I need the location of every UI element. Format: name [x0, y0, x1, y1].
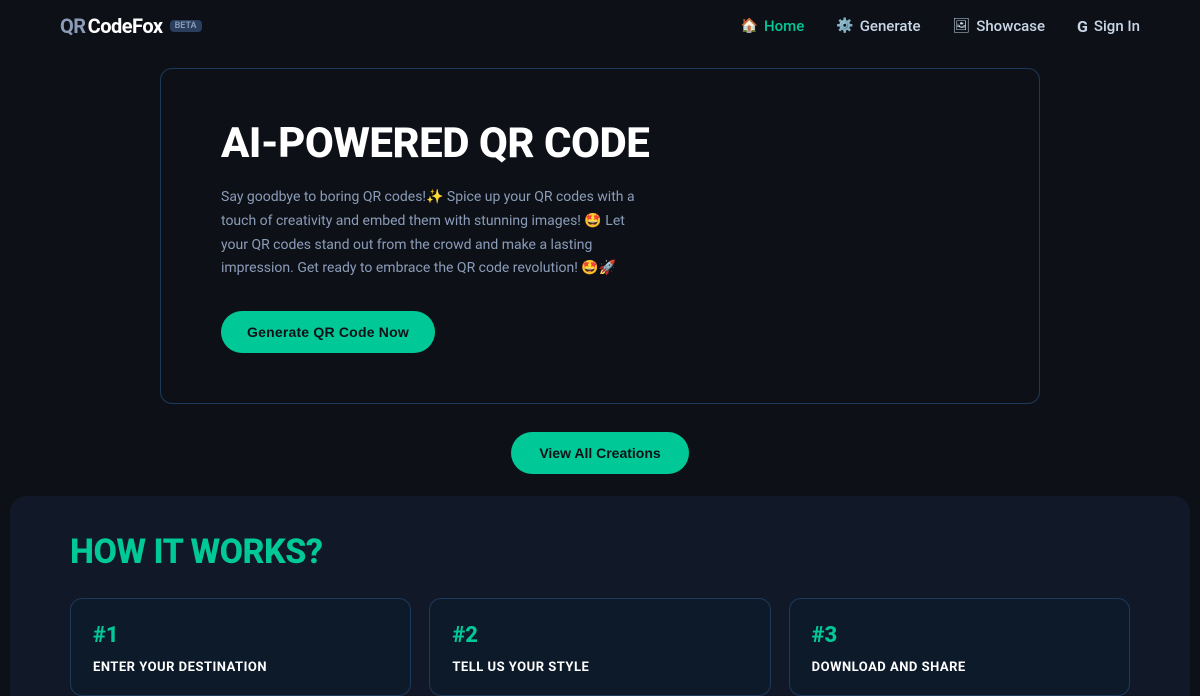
step-number-2: #2 — [452, 623, 747, 648]
step-number-1: #1 — [93, 623, 388, 648]
showcase-icon: 🖼 — [952, 18, 970, 34]
nav-label-signin: Sign In — [1094, 17, 1140, 35]
hero-card: AI-POWERED QR CODE Say goodbye to boring… — [160, 68, 1040, 404]
how-it-works-title: HOW IT WORKS? — [70, 532, 1130, 572]
view-all-button[interactable]: View All Creations — [511, 432, 688, 474]
gear-icon: ⚙️ — [836, 18, 853, 34]
nav-link-home[interactable]: 🏠 Home — [741, 17, 805, 35]
step-card-2: #2 TELL US YOUR STYLE — [429, 598, 770, 696]
how-it-works-section: HOW IT WORKS? #1 ENTER YOUR DESTINATION … — [10, 496, 1190, 696]
step-label-3: DOWNLOAD AND SHARE — [812, 660, 1107, 675]
nav-label-home: Home — [764, 17, 804, 35]
step-card-3: #3 DOWNLOAD AND SHARE — [789, 598, 1130, 696]
step-number-3: #3 — [812, 623, 1107, 648]
nav-links: 🏠 Home ⚙️ Generate 🖼 Showcase G Sign In — [741, 17, 1140, 36]
hero-section: AI-POWERED QR CODE Say goodbye to boring… — [0, 52, 1200, 404]
logo-qr: QR — [60, 14, 86, 38]
logo-beta: Beta — [170, 20, 202, 32]
hero-description: Say goodbye to boring QR codes!✨ Spice u… — [221, 186, 641, 281]
step-card-1: #1 ENTER YOUR DESTINATION — [70, 598, 411, 696]
hero-title: AI-POWERED QR CODE — [221, 119, 979, 168]
steps-grid: #1 ENTER YOUR DESTINATION #2 TELL US YOU… — [70, 598, 1130, 696]
nav-label-generate: Generate — [860, 17, 921, 35]
generate-qr-button[interactable]: Generate QR Code Now — [221, 311, 435, 353]
step-label-1: ENTER YOUR DESTINATION — [93, 660, 388, 675]
step-label-2: TELL US YOUR STYLE — [452, 660, 747, 675]
nav-link-showcase[interactable]: 🖼 Showcase — [952, 17, 1045, 35]
home-icon: 🏠 — [741, 18, 758, 34]
nav-label-showcase: Showcase — [976, 17, 1045, 35]
nav-link-generate[interactable]: ⚙️ Generate — [836, 17, 920, 35]
navbar: QR CodeFox Beta 🏠 Home ⚙️ Generate 🖼 Sho… — [0, 0, 1200, 52]
nav-link-signin[interactable]: G Sign In — [1077, 17, 1140, 36]
logo: QR CodeFox Beta — [60, 14, 202, 38]
google-icon: G — [1077, 17, 1088, 36]
view-all-section: View All Creations — [0, 404, 1200, 496]
logo-codefox: CodeFox — [88, 14, 163, 38]
